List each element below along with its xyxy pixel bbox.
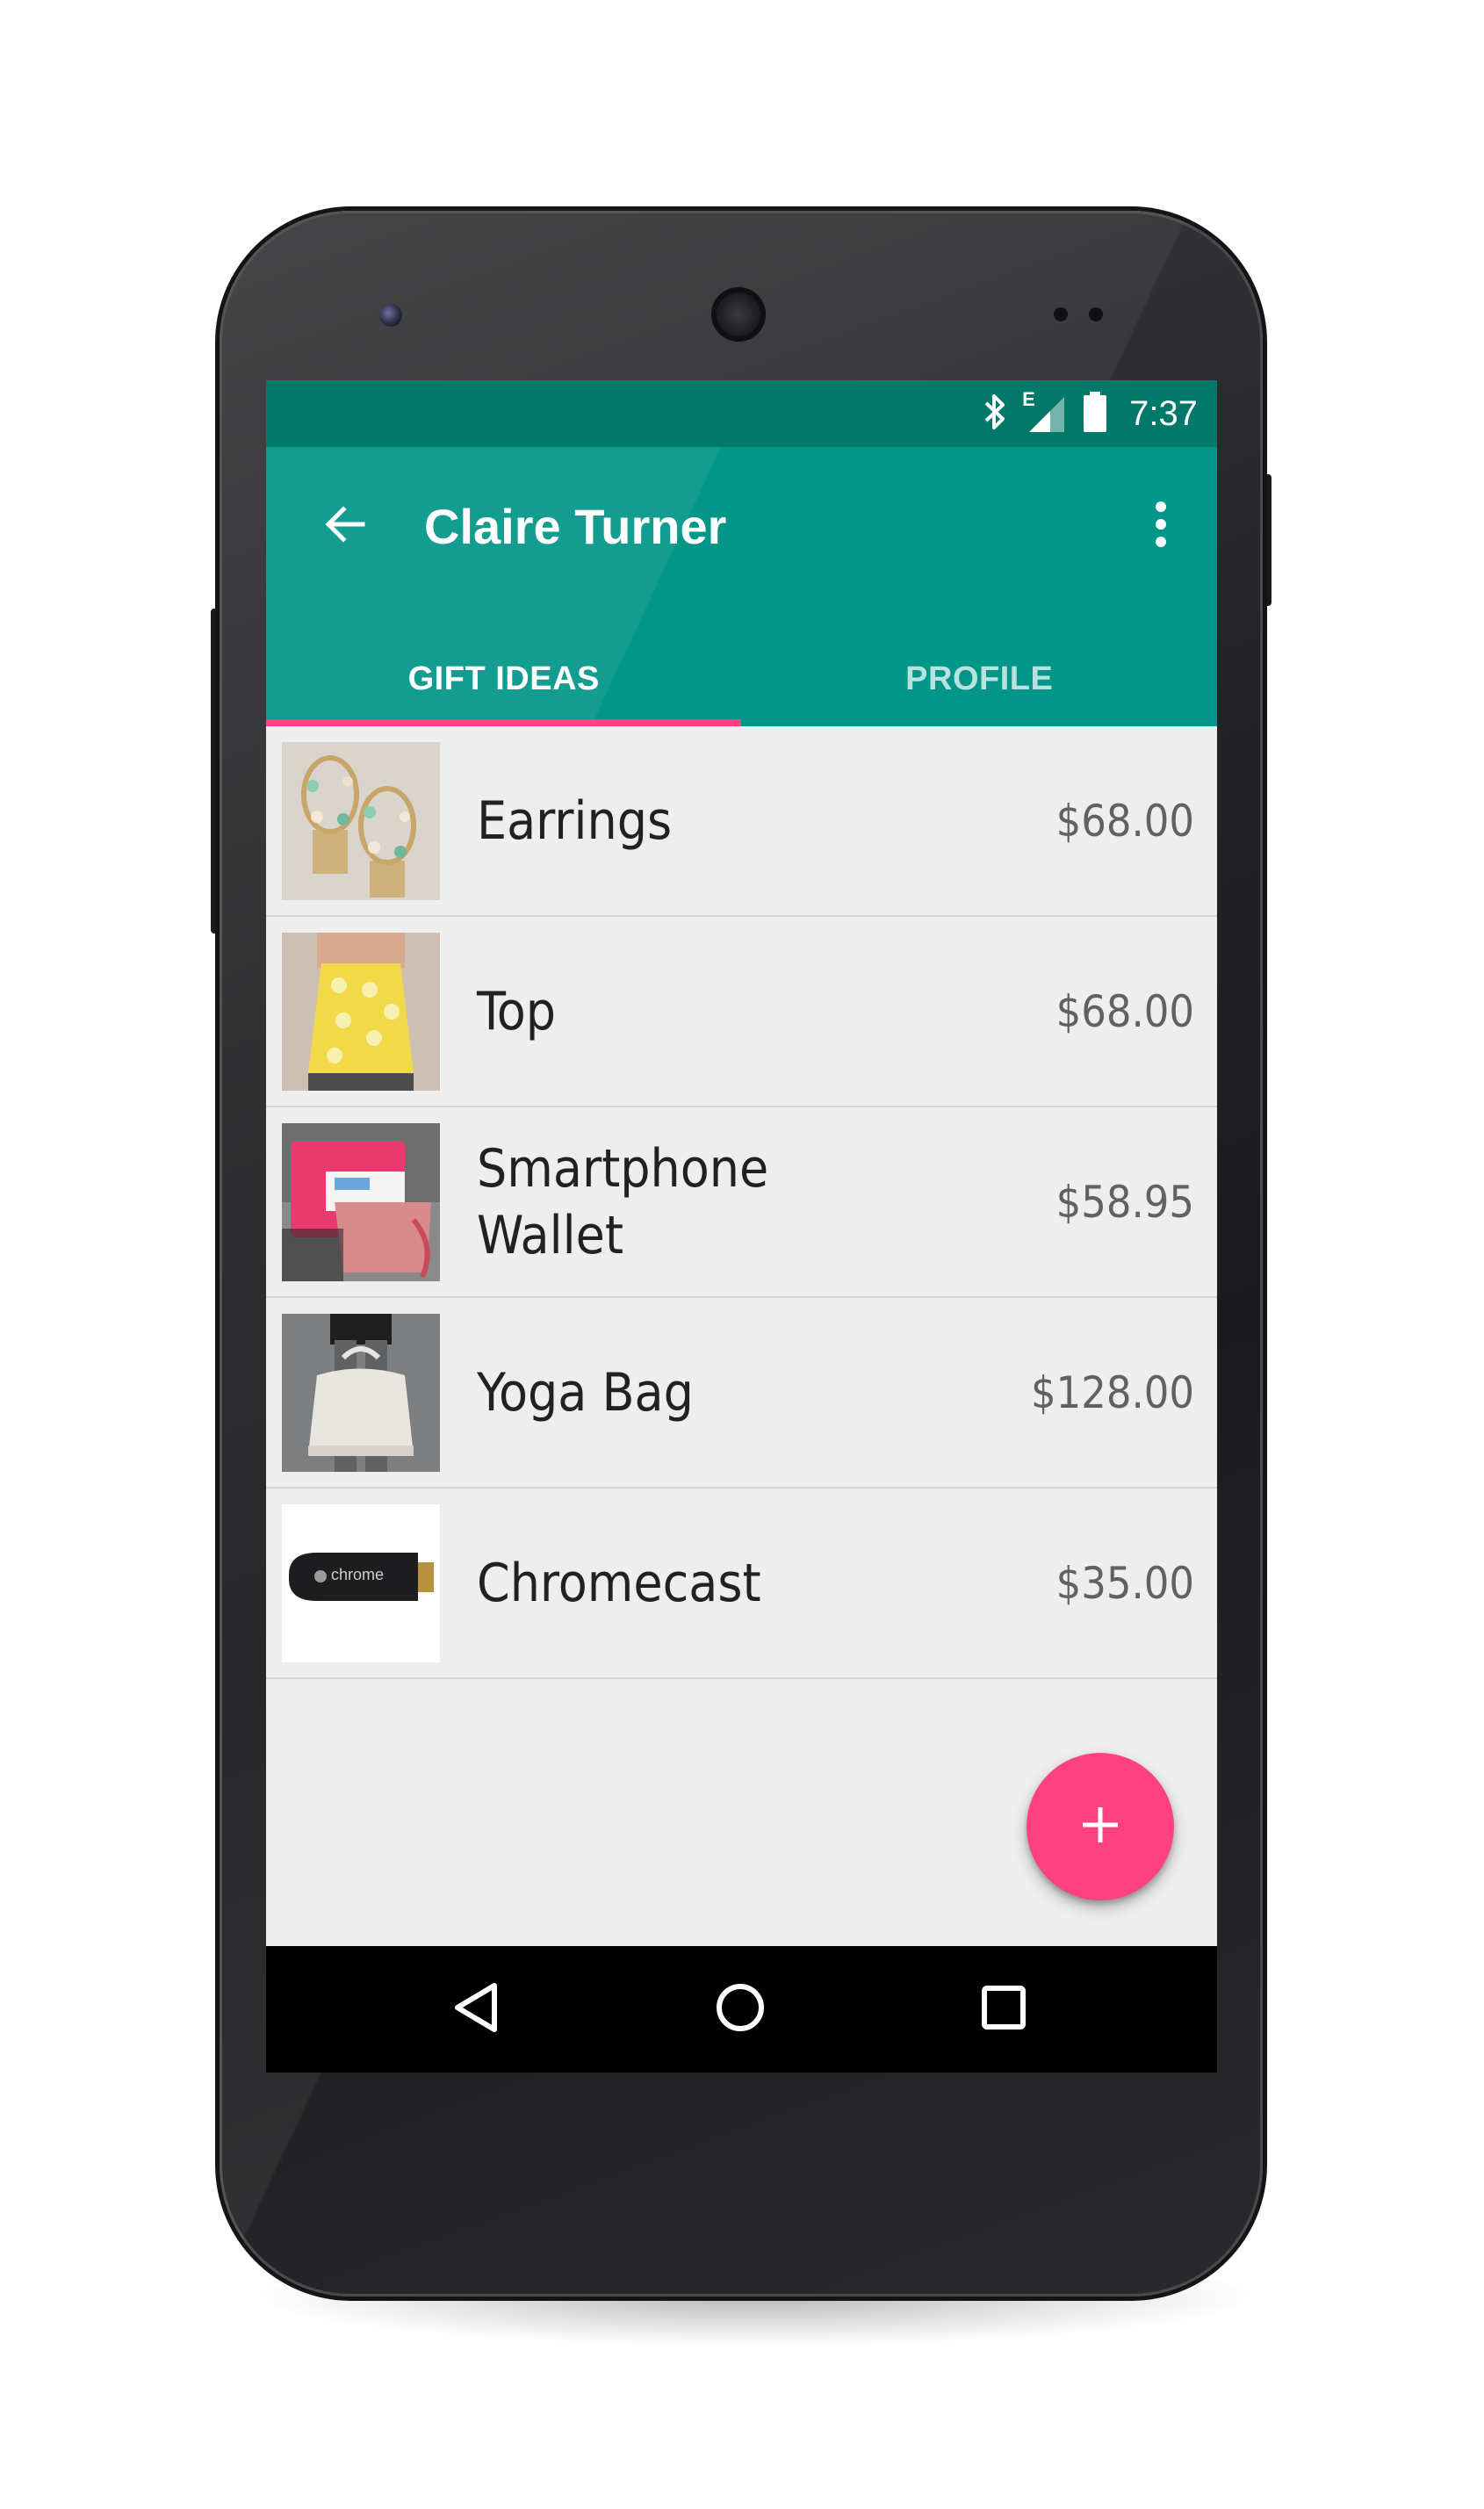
status-icons: E 7:37 <box>982 380 1198 447</box>
item-price: $58.95 <box>1055 1176 1194 1228</box>
earrings-photo <box>282 742 440 900</box>
arrow-back-icon <box>322 501 368 552</box>
list-item[interactable]: Smartphone Wallet $58.95 <box>266 1107 1217 1298</box>
chromecast-logo-text: chrome <box>331 1566 385 1583</box>
nav-home-button[interactable] <box>705 1974 775 2044</box>
item-name: Top <box>477 980 557 1042</box>
signal-icon: E <box>1022 388 1068 436</box>
recents-square-icon <box>980 1984 1027 2036</box>
nav-recents-button[interactable] <box>969 1974 1039 2044</box>
item-price: $35.00 <box>1055 1557 1194 1609</box>
status-bar: E 7:37 <box>266 380 1217 447</box>
list-item[interactable]: chrome Chromecast $35.00 <box>266 1489 1217 1679</box>
yoga-bag-photo <box>282 1314 440 1472</box>
list-item[interactable]: Earrings $68.00 <box>266 726 1217 917</box>
device-stage: E 7:37 Claire Turner GIFT IDEAS PROFILE … <box>0 0 1484 2509</box>
tab-gift-ideas-label: GIFT IDEAS <box>407 660 600 697</box>
nav-back-button[interactable] <box>442 1974 512 2044</box>
tab-profile-label: PROFILE <box>905 660 1054 697</box>
overflow-menu-button[interactable] <box>1135 491 1187 561</box>
earpiece-speaker <box>711 287 766 342</box>
navigation-bar <box>266 1946 1217 2073</box>
item-name: Smartphone Wallet <box>477 1137 769 1266</box>
light-sensor <box>1089 307 1103 321</box>
tab-profile[interactable]: PROFILE <box>742 631 1218 726</box>
add-icon <box>1081 1806 1120 1849</box>
item-price: $128.00 <box>1031 1366 1194 1418</box>
proximity-sensor <box>1054 307 1068 321</box>
tab-bar: GIFT IDEAS PROFILE <box>266 631 1217 726</box>
back-triangle-icon <box>452 1981 501 2038</box>
item-name: Yoga Bag <box>477 1361 694 1424</box>
home-circle-icon <box>714 1981 767 2038</box>
battery-icon <box>1082 391 1108 437</box>
back-button[interactable] <box>310 491 380 561</box>
tab-indicator <box>266 719 741 726</box>
tab-gift-ideas[interactable]: GIFT IDEAS <box>266 631 742 726</box>
app-bar: Claire Turner GIFT IDEAS PROFILE <box>266 447 1217 726</box>
item-name: Chromecast <box>477 1552 761 1614</box>
front-camera <box>379 304 402 327</box>
item-price: $68.00 <box>1055 795 1194 847</box>
item-name: Earrings <box>477 789 673 852</box>
more-vert-icon <box>1154 500 1168 553</box>
item-price: $68.00 <box>1055 985 1194 1037</box>
page-title: Claire Turner <box>424 499 727 554</box>
chromecast-photo: chrome <box>282 1504 440 1662</box>
add-gift-button[interactable] <box>1027 1753 1174 1900</box>
status-time: 7:37 <box>1129 393 1198 433</box>
gift-list: Earrings $68.00 Top $68.00 Smartphone Wa… <box>266 726 1217 1679</box>
list-item[interactable]: Top $68.00 <box>266 917 1217 1107</box>
bluetooth-icon <box>982 393 1008 436</box>
list-item[interactable]: Yoga Bag $128.00 <box>266 1298 1217 1489</box>
wallet-photo <box>282 1123 440 1281</box>
top-photo <box>282 933 440 1091</box>
phone-screen: E 7:37 Claire Turner GIFT IDEAS PROFILE … <box>266 380 1217 2073</box>
